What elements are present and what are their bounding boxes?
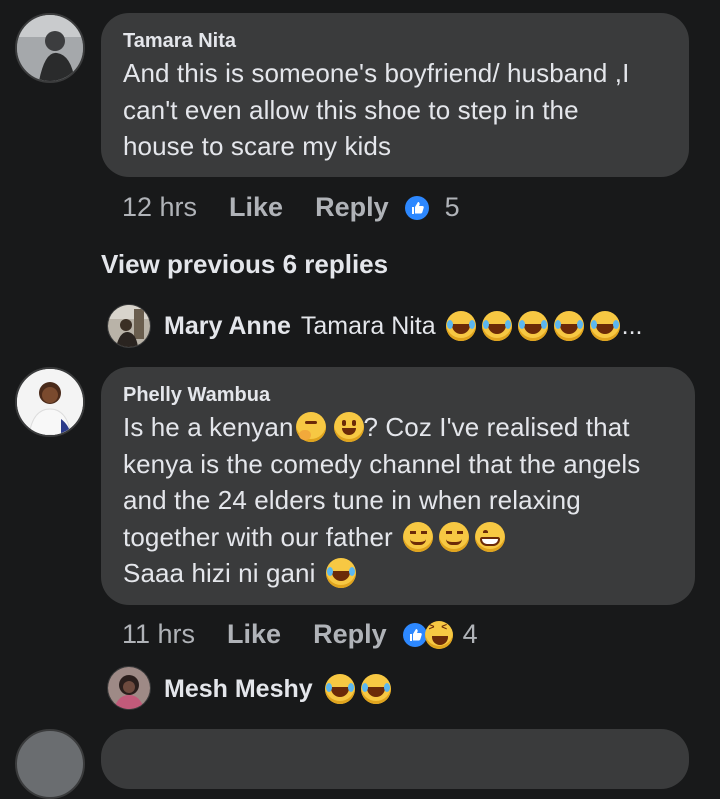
reply-author[interactable]: Mary Anne: [164, 312, 291, 341]
comment-bubble: Phelly Wambua Is he a kenyan ? Coz I've …: [101, 367, 695, 605]
comment-line: can't even allow this shoe to step in th…: [123, 94, 579, 125]
reaction-count[interactable]: 5: [445, 192, 460, 223]
tears-of-joy-icon: [589, 311, 620, 341]
comment-text: Is he a kenyan ? Coz I've realised that …: [123, 409, 640, 592]
person-photo-icon: [108, 667, 150, 709]
beaming-face-icon: [474, 521, 505, 552]
comment-line: Is he a kenyan ? Coz I've realised that: [123, 409, 640, 446]
reply-row: Mesh Meshy: [164, 674, 391, 704]
tears-of-joy-icon: [517, 311, 548, 341]
grinning-face-icon: [333, 412, 364, 443]
reaction-count[interactable]: 4: [463, 619, 478, 650]
avatar-next-comment[interactable]: [15, 729, 85, 799]
tears-of-joy-icon: [324, 674, 355, 704]
tears-of-joy-icon: [325, 558, 356, 589]
comment-line: house to scare my kids: [123, 131, 392, 161]
like-button[interactable]: Like: [227, 619, 281, 650]
comment-bubble: Tamara Nita And this is someone's boyfri…: [101, 13, 689, 177]
mentioned-user[interactable]: Tamara Nita: [301, 312, 436, 341]
tears-of-joy-icon: [445, 311, 476, 341]
comment-timestamp[interactable]: 12 hrs: [122, 192, 197, 223]
reply-row: Mary Anne Tamara Nita ...: [164, 311, 643, 341]
avatar-mesh-meshy[interactable]: [107, 666, 151, 710]
avatar-phelly-wambua[interactable]: [15, 367, 85, 437]
like-icon[interactable]: [402, 622, 427, 647]
comment-bubble: [101, 729, 689, 789]
comment-line-text: together with our father: [123, 521, 393, 552]
comment-line-text: ? Coz I've realised that: [363, 412, 630, 442]
view-previous-replies-link[interactable]: View previous 6 replies: [101, 249, 388, 280]
reply-button[interactable]: Reply: [315, 192, 389, 223]
comment-text: And this is someone's boyfriend/ husband…: [123, 55, 629, 165]
reply-button[interactable]: Reply: [313, 619, 387, 650]
like-button[interactable]: Like: [229, 192, 283, 223]
comment-author[interactable]: Phelly Wambua: [123, 384, 270, 407]
laughing-icon[interactable]: [424, 620, 453, 649]
smirking-face-icon: [402, 521, 433, 552]
smirking-face-icon: [438, 521, 469, 552]
avatar-tamara-nita[interactable]: [15, 13, 85, 83]
tears-of-joy-icon: [360, 674, 391, 704]
ellipsis: ...: [621, 311, 643, 340]
comment-meta: 11 hrs Like Reply 4: [122, 619, 478, 650]
comment-line: together with our father: [123, 519, 640, 556]
comment-author[interactable]: Tamara Nita: [123, 30, 236, 53]
person-photo-icon: [17, 369, 83, 435]
comment-line: and the 24 elders tune in when relaxing: [123, 485, 581, 515]
comment-line: kenya is the comedy channel that the ang…: [123, 448, 641, 479]
comment-line: Saaa hizi ni gani: [123, 555, 640, 592]
comment-line-text: Is he a kenyan: [123, 412, 294, 442]
person-photo-icon: [108, 305, 150, 347]
tears-of-joy-icon: [481, 311, 512, 341]
reply-author[interactable]: Mesh Meshy: [164, 675, 313, 704]
comment-line: And this is someone's boyfriend/ husband…: [123, 58, 630, 88]
comment-meta: 12 hrs Like Reply 5: [122, 192, 460, 223]
tears-of-joy-icon: [553, 311, 584, 341]
comment-timestamp[interactable]: 11 hrs: [122, 619, 195, 650]
avatar-mary-anne[interactable]: [107, 304, 151, 348]
person-photo-icon: [17, 15, 83, 81]
comment-line-text: Saaa hizi ni gani: [123, 558, 316, 588]
like-icon[interactable]: [404, 195, 429, 220]
thinking-face-icon: [295, 412, 326, 443]
